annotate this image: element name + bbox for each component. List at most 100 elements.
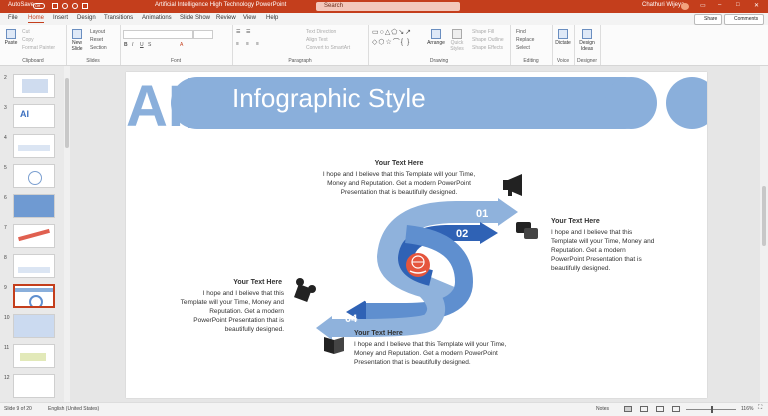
document-title: Artificial Intelligence High Technology … [155, 2, 287, 8]
normal-view-icon[interactable] [624, 406, 632, 412]
shadow-icon[interactable]: S [148, 42, 151, 48]
thumbnail-slide[interactable]: 2 [0, 74, 64, 102]
redo-icon[interactable] [72, 3, 78, 9]
align-text-button[interactable]: Align Text [306, 37, 328, 43]
shapes-gallery-row2[interactable]: ◇⬡☆⌒{ } [372, 37, 410, 47]
arrange-button[interactable]: Arrange [426, 29, 446, 46]
format-painter-button[interactable]: Format Painter [22, 45, 55, 51]
thumbnail-slide[interactable]: 7 [0, 224, 64, 252]
font-color-icon[interactable]: A [180, 42, 183, 48]
close-icon[interactable]: ✕ [754, 2, 759, 9]
convert-smartart-button[interactable]: Convert to SmartArt [306, 45, 350, 51]
text-block-right[interactable]: Your Text Here I hope and I believe that… [551, 218, 701, 273]
language-indicator[interactable]: English (United States) [48, 406, 99, 412]
maximize-icon[interactable]: □ [736, 2, 740, 8]
thumbnail-slide[interactable]: 10 [0, 314, 64, 342]
section-button[interactable]: Section [90, 45, 107, 51]
slideshow-view-icon[interactable] [672, 406, 680, 412]
vertical-scroll-knob[interactable] [762, 186, 766, 246]
microphone-icon [558, 29, 568, 39]
slide-sorter-icon[interactable] [640, 406, 648, 412]
bold-icon[interactable]: B [124, 42, 128, 48]
tab-help[interactable]: Help [266, 15, 278, 21]
presenter-icon[interactable] [82, 3, 88, 9]
shapes-gallery[interactable]: ▭○△⬠↘↗ [372, 28, 412, 36]
fit-slide-icon[interactable]: ⛶ [758, 405, 762, 412]
replace-button[interactable]: Replace [516, 37, 534, 43]
shape-effects-button[interactable]: Shape Effects [472, 45, 503, 51]
font-name-select[interactable] [123, 30, 193, 39]
italic-icon[interactable]: I [132, 42, 133, 48]
tab-slide-show[interactable]: Slide Show [180, 15, 210, 21]
minimize-icon[interactable]: – [718, 2, 721, 8]
paste-button[interactable]: Paste [4, 29, 18, 46]
slide-canvas[interactable]: AI 01 02 03 04 Your Text Here I hope and… [126, 72, 707, 398]
select-button[interactable]: Select [516, 45, 530, 51]
banner-circle-left [605, 77, 657, 129]
ribbon-options-icon[interactable]: ▭ [700, 2, 706, 9]
text-block-left[interactable]: Your Text Here I hope and I believe that… [160, 279, 284, 334]
new-slide-button[interactable]: New Slide [69, 29, 85, 52]
thumbnail-image: AI [13, 104, 55, 128]
font-size-select[interactable] [193, 30, 213, 39]
slide-counter: Slide 9 of 20 [4, 406, 32, 412]
bullets-icon[interactable]: ☰ [236, 29, 240, 35]
text-block-heading: Your Text Here [233, 279, 282, 286]
zoom-level[interactable]: 116% [741, 406, 753, 412]
reset-button[interactable]: Reset [90, 37, 103, 43]
shape-fill-button[interactable]: Shape Fill [472, 29, 494, 35]
text-block-heading: Your Text Here [354, 330, 403, 337]
numbering-icon[interactable]: ☰ [246, 29, 250, 35]
reading-view-icon[interactable] [656, 406, 664, 412]
tab-view[interactable]: View [243, 15, 256, 21]
dictate-button[interactable]: Dictate [554, 29, 572, 46]
find-button[interactable]: Find [516, 29, 526, 35]
tab-home[interactable]: Home [28, 15, 45, 23]
layout-button[interactable]: Layout [90, 29, 105, 35]
save-icon[interactable] [52, 3, 58, 9]
text-block-bottom[interactable]: Your Text Here I hope and I believe that… [354, 330, 554, 367]
search-placeholder: Search [324, 3, 344, 9]
thumbnail-slide[interactable]: 6 [0, 194, 64, 222]
design-ideas-button[interactable]: Design Ideas [576, 29, 598, 52]
align-left-icon[interactable]: ≡ [236, 41, 239, 47]
notes-button[interactable]: Notes [596, 406, 609, 412]
tab-insert[interactable]: Insert [53, 15, 68, 21]
align-right-icon[interactable]: ≡ [256, 41, 259, 47]
tab-review[interactable]: Review [216, 15, 236, 21]
align-center-icon[interactable]: ≡ [246, 41, 249, 47]
arrowhead-01 [498, 198, 518, 226]
tab-design[interactable]: Design [77, 15, 96, 21]
avatar[interactable] [681, 3, 689, 10]
thumbnail-scroll-knob[interactable] [65, 78, 69, 148]
zoom-slider-thumb[interactable] [711, 406, 713, 413]
share-button[interactable]: Share [694, 14, 722, 25]
thumbnail-slide[interactable]: 11 [0, 344, 64, 372]
thumbnail-slide-selected[interactable]: 9 [0, 284, 64, 312]
text-block-top[interactable]: Your Text Here I hope and I believe that… [296, 160, 502, 197]
thumbnail-slide[interactable]: 12 [0, 374, 64, 402]
quick-styles-button[interactable]: Quick Styles [446, 29, 468, 52]
slides-group-label: Slides [86, 58, 100, 64]
thumbnail-slide[interactable]: 3 AI [0, 104, 64, 132]
thumbnail-image [13, 74, 55, 98]
cut-button[interactable]: Cut [22, 29, 30, 35]
vertical-scrollbar[interactable] [760, 66, 768, 402]
shape-outline-button[interactable]: Shape Outline [472, 37, 504, 43]
copy-button[interactable]: Copy [22, 37, 34, 43]
tab-transitions[interactable]: Transitions [104, 15, 133, 21]
tab-animations[interactable]: Animations [142, 15, 172, 21]
clipboard-group-label: Clipboard [22, 58, 44, 64]
search-input[interactable]: Search [316, 2, 460, 11]
tab-file[interactable]: File [8, 15, 18, 21]
underline-icon[interactable]: U [140, 42, 144, 48]
undo-icon[interactable] [62, 3, 68, 9]
autosave-label: AutoSave [8, 2, 35, 8]
thumbnail-slide[interactable]: 5 [0, 164, 64, 192]
thumbnail-slide[interactable]: 4 [0, 134, 64, 162]
thumbnail-slide[interactable]: 8 [0, 254, 64, 282]
clipboard-group: Paste Cut Copy Format Painter Clipboard [0, 25, 67, 65]
text-direction-button[interactable]: Text Direction [306, 29, 336, 35]
comments-button[interactable]: Comments [724, 14, 764, 25]
slide-title[interactable]: Infographic Style [232, 83, 426, 114]
